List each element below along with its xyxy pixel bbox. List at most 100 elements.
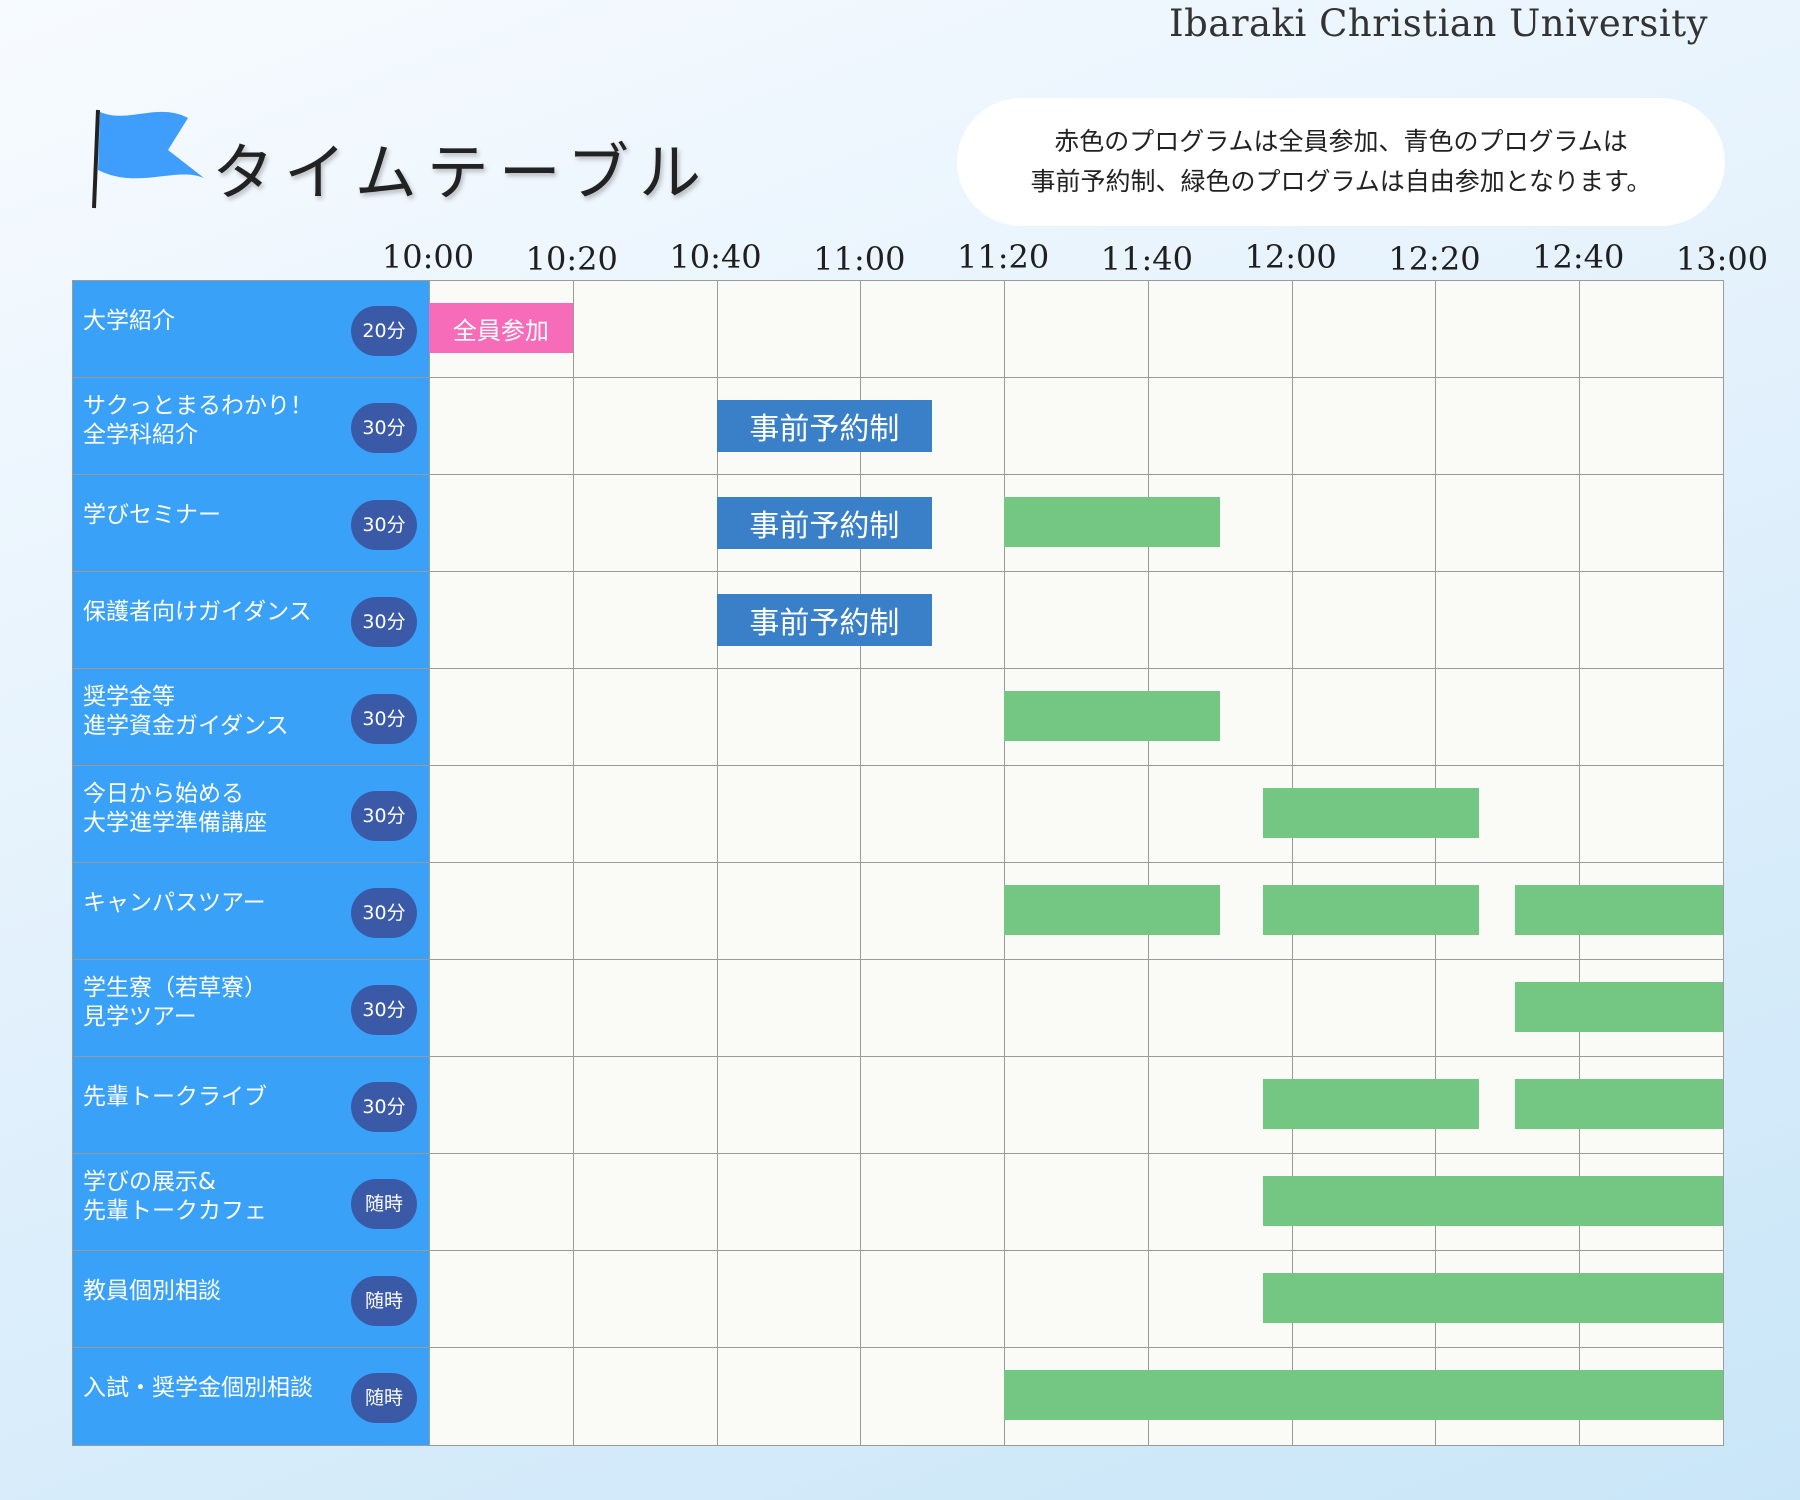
event-free (1514, 1079, 1723, 1129)
grid-line (716, 1057, 718, 1153)
time-axis: 10:00 10:20 10:40 11:00 11:20 11:40 12:00 12:20… (0, 238, 1800, 282)
time-label: 10:00 (381, 238, 475, 276)
grid-line (1435, 960, 1437, 1056)
program-row: 今日から始める 大学進学準備講座 30分 (73, 766, 1723, 863)
grid-line (1579, 475, 1581, 571)
program-label: 学びの展示& 先輩トークカフェ 随時 (73, 1154, 430, 1250)
event-free (1004, 497, 1220, 547)
grid-line (572, 1057, 574, 1153)
time-label: 13:00 (1675, 240, 1769, 278)
grid-line (1579, 766, 1581, 862)
program-row: 学びセミナー 30分 事前予約制 (73, 475, 1723, 572)
grid-line (572, 1251, 574, 1347)
grid-line (572, 281, 574, 377)
program-name: 今日から始める 大学進学準備講座 (83, 781, 267, 836)
program-label: サクっとまるわかり！ 全学科紹介 30分 (73, 378, 430, 474)
grid-line (572, 378, 574, 474)
program-name: 教員個別相談 (83, 1278, 221, 1304)
program-name: 大学紹介 (83, 308, 175, 334)
program-name: 学びセミナー (83, 502, 221, 528)
time-label: 12:20 (1388, 240, 1481, 278)
event-all-participation: 全員参加 (429, 303, 573, 353)
grid-line (572, 863, 574, 959)
grid-line (1147, 766, 1149, 862)
grid-line (1435, 281, 1437, 377)
program-name: サクっとまるわかり！ 全学科紹介 (83, 393, 313, 448)
grid-line (1147, 378, 1149, 474)
legend-notice: 赤色のプログラムは全員参加、青色のプログラムは 事前予約制、緑色のプログラムは自… (957, 98, 1725, 226)
duration-badge: 30分 (351, 985, 417, 1035)
grid-line (1004, 378, 1006, 474)
grid-line (1004, 1154, 1006, 1250)
grid-line (1004, 1251, 1006, 1347)
program-name: 先輩トークライブ (83, 1084, 267, 1110)
grid-line (572, 766, 574, 862)
grid-line (1291, 475, 1293, 571)
grid-line (716, 863, 718, 959)
event-free (1004, 1370, 1723, 1420)
grid-line (716, 1251, 718, 1347)
timetable: 大学紹介 20分 全員参加 サクっとまるわかり！ 全学科紹介 30分 事前予約制 学びセミナ… (72, 280, 1724, 1446)
event-reservation: 事前予約制 (716, 497, 933, 549)
time-label: 10:40 (669, 238, 762, 276)
grid-line (860, 1154, 862, 1250)
event-free (1004, 885, 1220, 935)
event-label: 事前予約制 (749, 509, 900, 544)
grid-line (572, 1348, 574, 1445)
event-reservation: 事前予約制 (716, 594, 933, 646)
grid-line (860, 863, 862, 959)
event-reservation: 事前予約制 (716, 400, 933, 452)
time-label: 11:40 (1100, 240, 1193, 278)
grid-line (1579, 281, 1581, 377)
program-label: 先輩トークライブ 30分 (73, 1057, 430, 1153)
notice-line-2: 事前予約制、緑色のプログラムは自由参加となります。 (1030, 167, 1652, 196)
grid-line (860, 1251, 862, 1347)
grid-line (572, 572, 574, 668)
program-label: 今日から始める 大学進学準備講座 30分 (73, 766, 430, 862)
grid-line (1435, 378, 1437, 474)
grid-line (1291, 960, 1293, 1056)
program-name: 学生寮（若草寮） 見学ツアー (83, 975, 267, 1030)
event-label: 事前予約制 (749, 412, 900, 447)
grid-line (572, 1154, 574, 1250)
program-label: 奨学金等 進学資金ガイダンス 30分 (73, 669, 430, 765)
event-free (1262, 1273, 1723, 1323)
event-free (1004, 691, 1220, 741)
program-row: 奨学金等 進学資金ガイダンス 30分 (73, 669, 1723, 766)
program-name: キャンパスツアー (83, 890, 266, 916)
duration-badge: 30分 (351, 694, 417, 744)
grid-line (1291, 572, 1293, 668)
duration-badge: 随時 (351, 1373, 417, 1423)
grid-line (860, 766, 862, 862)
program-row: 教員個別相談 随時 (73, 1251, 1723, 1348)
notice-line-1: 赤色のプログラムは全員参加、青色のプログラムは (1054, 127, 1628, 156)
program-row: 学びの展示& 先輩トークカフェ 随時 (73, 1154, 1723, 1251)
duration-badge: 30分 (351, 888, 417, 938)
grid-line (572, 669, 574, 765)
event-free (1262, 788, 1479, 838)
grid-line (1579, 572, 1581, 668)
program-label: 入試・奨学金個別相談 随時 (73, 1348, 430, 1445)
flag-icon (92, 109, 204, 209)
duration-badge: 30分 (351, 597, 417, 647)
program-label: 学生寮（若草寮） 見学ツアー 30分 (73, 960, 430, 1056)
program-label: 大学紹介 20分 (73, 281, 430, 377)
event-label: 事前予約制 (749, 606, 900, 641)
program-row: キャンパスツアー 30分 (73, 863, 1723, 960)
program-row: 入試・奨学金個別相談 随時 (73, 1348, 1723, 1445)
program-name: 学びの展示& 先輩トークカフェ (83, 1169, 267, 1224)
grid-line (572, 475, 574, 571)
grid-line (1435, 669, 1437, 765)
grid-line (1435, 572, 1437, 668)
grid-line (1435, 475, 1437, 571)
grid-line (1147, 572, 1149, 668)
grid-line (1004, 766, 1006, 862)
grid-line (1147, 960, 1149, 1056)
event-free (1262, 885, 1479, 935)
grid-line (860, 960, 862, 1056)
grid-line (716, 766, 718, 862)
program-row: 保護者向けガイダンス 30分 事前予約制 (73, 572, 1723, 669)
program-row: サクっとまるわかり！ 全学科紹介 30分 事前予約制 (73, 378, 1723, 475)
grid-line (1004, 281, 1006, 377)
event-free (1514, 982, 1723, 1032)
